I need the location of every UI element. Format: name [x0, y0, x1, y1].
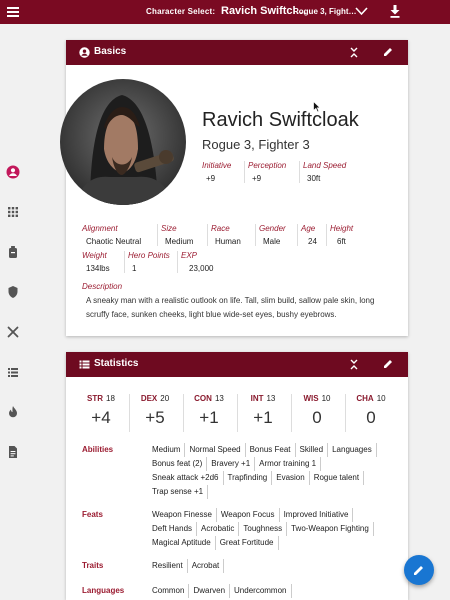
edit-icon[interactable] [383, 358, 394, 369]
basics-card-title: Basics [94, 46, 127, 57]
land-speed-field: Land Speed 30ft [299, 161, 346, 183]
tag-item[interactable]: Bonus Feat [250, 443, 296, 457]
hero-points-field: Hero Points 1 [124, 251, 170, 273]
edit-icon [414, 566, 423, 575]
tag-item[interactable]: Trapfinding [228, 471, 273, 485]
tag-item[interactable]: Magical Aptitude [152, 536, 216, 550]
sidebar-nav [0, 24, 26, 600]
abilities-row-label: Abilities [82, 445, 114, 454]
tag-item[interactable]: Evasion [276, 471, 310, 485]
ability-divider [291, 394, 292, 432]
perception-field: Perception +9 [244, 161, 286, 183]
feats-row-label: Feats [82, 510, 103, 519]
basics-card-header: Basics [66, 40, 408, 65]
languages-row-label: Languages [82, 586, 125, 595]
age-field: Age 24 [297, 224, 317, 246]
tag-item[interactable]: Bonus feat (2) [152, 457, 208, 471]
person-icon [79, 47, 90, 58]
tag-item[interactable]: Medium [152, 443, 186, 457]
exp-field: EXP 23,000 [177, 251, 213, 273]
gender-field: Gender Male [255, 224, 286, 246]
alignment-field: Alignment Chaotic Neutral [82, 224, 142, 246]
ability-con: CON 13 +1 [194, 394, 224, 427]
chevron-down-icon[interactable] [355, 6, 368, 16]
menu-icon[interactable] [7, 7, 19, 17]
tag-item[interactable]: Resilient [152, 559, 188, 573]
statistics-card: Statistics STR 18 +4 DEX 20 +5 CON 13 +1 IN… [66, 352, 408, 600]
selected-character-class[interactable]: Rogue 3, Fight… [293, 7, 357, 16]
document-icon[interactable] [6, 445, 20, 459]
tag-item[interactable]: Acrobatic [201, 522, 240, 536]
tag-item[interactable]: Weapon Finesse [152, 508, 217, 522]
list-icon [79, 360, 90, 369]
tag-item[interactable]: Acrobat [192, 559, 225, 573]
initiative-field: Initiative +9 [202, 161, 232, 183]
tag-item[interactable]: Weapon Focus [221, 508, 280, 522]
tag-item[interactable]: Dwarven [193, 584, 231, 598]
ability-str: STR 18 +4 [87, 394, 115, 427]
basics-card: Basics Ravich Swiftcloak Rogue 3, Fighte… [60, 40, 408, 336]
tag-item[interactable]: Sneak attack +2d6 [152, 471, 224, 485]
mouse-cursor-icon [313, 101, 321, 113]
edit-icon[interactable] [383, 46, 394, 57]
ability-dex: DEX 20 +5 [140, 394, 170, 427]
tag-item[interactable]: Two-Weapon Fighting [291, 522, 374, 536]
tag-item[interactable]: Rogue talent [314, 471, 365, 485]
statistics-card-header: Statistics [66, 352, 408, 377]
ability-divider [345, 394, 346, 432]
languages-list: Common Dwarven Undercommon [152, 584, 397, 598]
fire-icon[interactable] [6, 405, 20, 419]
tag-item[interactable]: Common [152, 584, 190, 598]
tag-item[interactable]: Armor training 1 [259, 457, 322, 471]
tag-item[interactable]: Toughness [243, 522, 288, 536]
traits-list: Resilient Acrobat [152, 559, 397, 573]
abilities-list: Medium Normal Speed Bonus Feat Skilled Langu… [152, 443, 397, 499]
character-class-line: Rogue 3, Fighter 3 [202, 137, 310, 152]
tag-item[interactable]: Deft Hands [152, 522, 198, 536]
character-select-label: Character Select: [146, 7, 216, 16]
feats-list: Weapon Finesse Weapon Focus Improved Initi… [152, 508, 397, 550]
tag-item[interactable]: Skilled [300, 443, 329, 457]
ability-divider [183, 394, 184, 432]
traits-row-label: Traits [82, 561, 104, 570]
description-label: Description [82, 282, 123, 291]
ability-wis: WIS 10 0 [303, 394, 331, 427]
description-text: A sneaky man with a realistic outlook on… [86, 296, 375, 319]
height-field: Height 6ft [326, 224, 353, 246]
avatar [60, 79, 186, 205]
tag-item[interactable]: Improved Initiative [284, 508, 354, 522]
ability-int: INT 13 +1 [250, 394, 276, 427]
ability-divider [129, 394, 130, 432]
tag-item[interactable]: Languages [332, 443, 377, 457]
app-header: Character Select: Ravich Swiftcl… Rogue … [0, 0, 450, 24]
tag-item[interactable]: Undercommon [234, 584, 292, 598]
edit-fab-button[interactable] [404, 555, 434, 585]
person-icon[interactable] [6, 165, 20, 179]
tag-item[interactable]: Trap sense +1 [152, 485, 209, 499]
download-icon[interactable] [390, 5, 400, 18]
tag-item[interactable]: Great Fortitude [220, 536, 279, 550]
ability-cha: CHA 10 0 [356, 394, 386, 427]
tag-item[interactable]: Bravery +1 [211, 457, 256, 471]
tag-item[interactable]: Normal Speed [189, 443, 246, 457]
collapse-icon[interactable] [349, 47, 359, 58]
apps-grid-icon[interactable] [6, 205, 20, 219]
crossed-swords-icon[interactable] [6, 325, 20, 339]
collapse-icon[interactable] [349, 359, 359, 370]
race-field: Race Human [207, 224, 241, 246]
character-name: Ravich Swiftcloak [202, 109, 359, 131]
list-icon[interactable] [6, 365, 20, 379]
ability-divider [237, 394, 238, 432]
shield-icon[interactable] [6, 285, 20, 299]
backpack-icon[interactable] [6, 245, 20, 259]
size-field: Size Medium [157, 224, 193, 246]
weight-field: Weight 134lbs [82, 251, 110, 273]
statistics-card-title: Statistics [94, 358, 139, 369]
